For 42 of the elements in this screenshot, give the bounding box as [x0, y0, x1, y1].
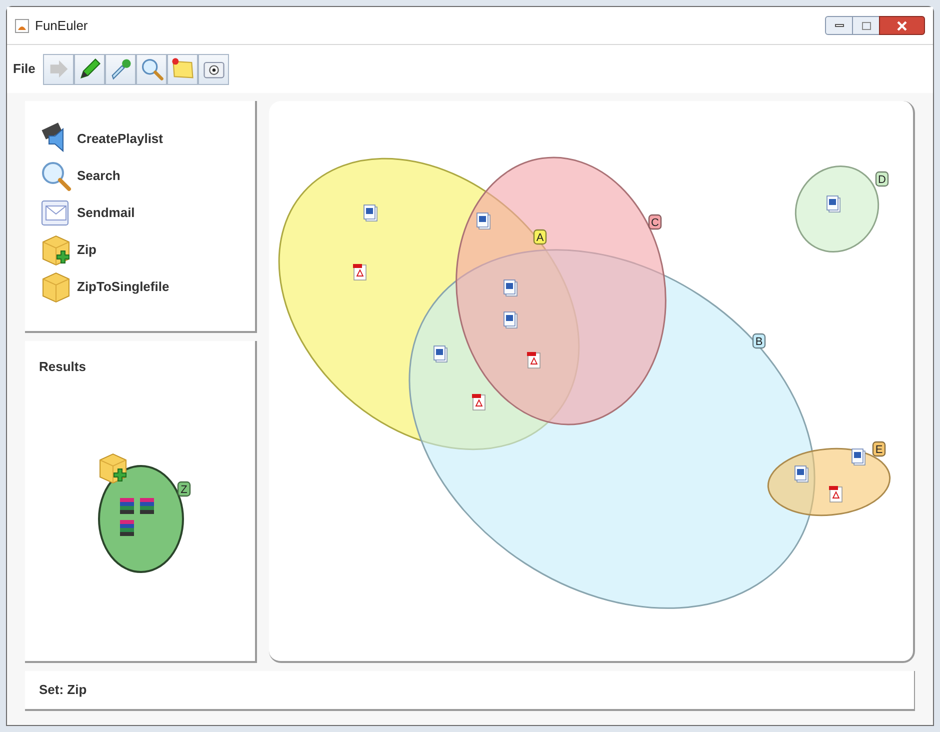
close-icon — [897, 20, 907, 30]
eyedropper-tool-button[interactable] — [105, 54, 136, 84]
document-icon[interactable] — [434, 346, 448, 362]
minimize-button[interactable] — [825, 16, 853, 35]
document-icon[interactable] — [852, 448, 866, 466]
sticky-note-tool-button[interactable] — [167, 54, 198, 84]
operation-item[interactable]: Sendmail — [77, 202, 135, 222]
pdf-icon[interactable] — [353, 264, 366, 280]
archive-icon — [119, 496, 135, 514]
close-button[interactable] — [879, 16, 925, 35]
magnifier-tool-button[interactable] — [136, 54, 168, 84]
operation-item[interactable]: ZipToSinglefile — [77, 276, 170, 296]
document-icon[interactable] — [794, 466, 808, 482]
document-icon[interactable] — [476, 212, 490, 230]
set-label: E — [872, 441, 886, 457]
camera-tool-button[interactable] — [198, 54, 230, 84]
operation-item[interactable]: Search — [77, 166, 120, 186]
set-ellipse[interactable] — [456, 156, 666, 426]
pdf-icon[interactable] — [472, 394, 486, 410]
operation-item[interactable]: CreatePlaylist — [77, 128, 163, 148]
set-label: A — [533, 229, 547, 245]
document-icon[interactable] — [826, 196, 840, 212]
document-icon[interactable] — [504, 280, 518, 296]
menu-item[interactable]: File — [13, 59, 36, 79]
set-ellipse[interactable] — [794, 166, 880, 252]
archive-icon — [139, 496, 155, 514]
status-text: Set: Zip — [39, 681, 87, 700]
archive-icon — [119, 518, 135, 536]
maximize-button[interactable] — [853, 16, 879, 35]
pdf-icon[interactable] — [829, 486, 842, 502]
results-title: Results — [39, 358, 87, 376]
document-icon[interactable] — [504, 312, 518, 328]
operation-item[interactable]: Zip — [77, 240, 96, 260]
set-label: B — [752, 333, 766, 349]
pdf-icon[interactable] — [527, 352, 540, 368]
set-label: C — [648, 214, 662, 230]
window-title: FunEuler — [35, 16, 88, 35]
set-label: Z — [177, 480, 191, 496]
pencil-tool-button[interactable] — [74, 54, 106, 84]
document-icon[interactable] — [364, 204, 378, 222]
set-label: D — [875, 171, 889, 187]
app-icon — [15, 18, 29, 32]
